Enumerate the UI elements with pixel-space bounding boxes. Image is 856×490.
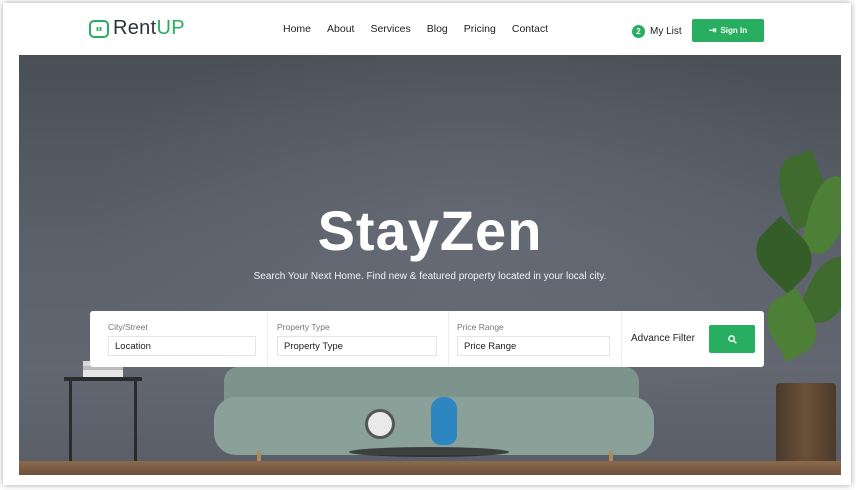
city-field: City/Street Location — [108, 322, 256, 356]
my-list-link[interactable]: 2 My List — [632, 25, 682, 38]
price-range-field: Price Range Price Range — [457, 322, 610, 356]
floor-image — [19, 461, 841, 475]
property-type-input[interactable]: Property Type — [277, 336, 437, 356]
property-type-field: Property Type Property Type — [277, 322, 437, 356]
side-table-leg — [134, 381, 137, 469]
divider — [267, 311, 268, 367]
side-table-leg — [69, 381, 72, 469]
price-range-label: Price Range — [457, 322, 504, 332]
nav-contact[interactable]: Contact — [512, 23, 548, 35]
browser-page: RentUP Home About Services Blog Pricing … — [3, 3, 851, 485]
main-nav: Home About Services Blog Pricing Contact — [283, 23, 564, 35]
hero-section: StayZen Search Your Next Home. Find new … — [19, 55, 841, 475]
divider — [448, 311, 449, 367]
hero-title: StayZen — [317, 199, 543, 262]
nav-home[interactable]: Home — [283, 23, 311, 35]
logo-icon — [89, 19, 109, 38]
property-type-label: Property Type — [277, 322, 330, 332]
sign-in-icon: ⇥ — [708, 25, 717, 35]
search-button[interactable] — [709, 325, 755, 353]
my-list-count-badge: 2 — [632, 25, 645, 38]
search-icon — [727, 334, 737, 344]
nav-about[interactable]: About — [327, 23, 354, 35]
city-label: City/Street — [108, 322, 148, 332]
sign-in-button[interactable]: ⇥ Sign In — [692, 19, 764, 42]
site-header: RentUP Home About Services Blog Pricing … — [3, 3, 851, 55]
logo-text: RentUP — [113, 17, 185, 40]
logo[interactable]: RentUP — [89, 17, 185, 40]
nav-pricing[interactable]: Pricing — [464, 23, 496, 35]
logo-text-part1: Rent — [113, 17, 157, 39]
price-range-input[interactable]: Price Range — [457, 336, 610, 356]
vase-image — [431, 397, 457, 445]
nav-services[interactable]: Services — [370, 23, 410, 35]
my-list-label: My List — [650, 26, 682, 37]
logo-text-part2: UP — [156, 17, 185, 39]
advance-filter-link[interactable]: Advance Filter — [631, 333, 695, 344]
coffee-table-image — [349, 447, 509, 457]
city-input[interactable]: Location — [108, 336, 256, 356]
hero-subtitle: Search Your Next Home. Find new & featur… — [253, 271, 607, 282]
nav-blog[interactable]: Blog — [427, 23, 448, 35]
side-table-image — [64, 377, 142, 381]
property-search-form: City/Street Location Property Type Prope… — [90, 311, 764, 367]
sign-in-label: Sign In — [720, 26, 748, 35]
clock-image — [365, 409, 395, 439]
divider — [621, 311, 622, 367]
